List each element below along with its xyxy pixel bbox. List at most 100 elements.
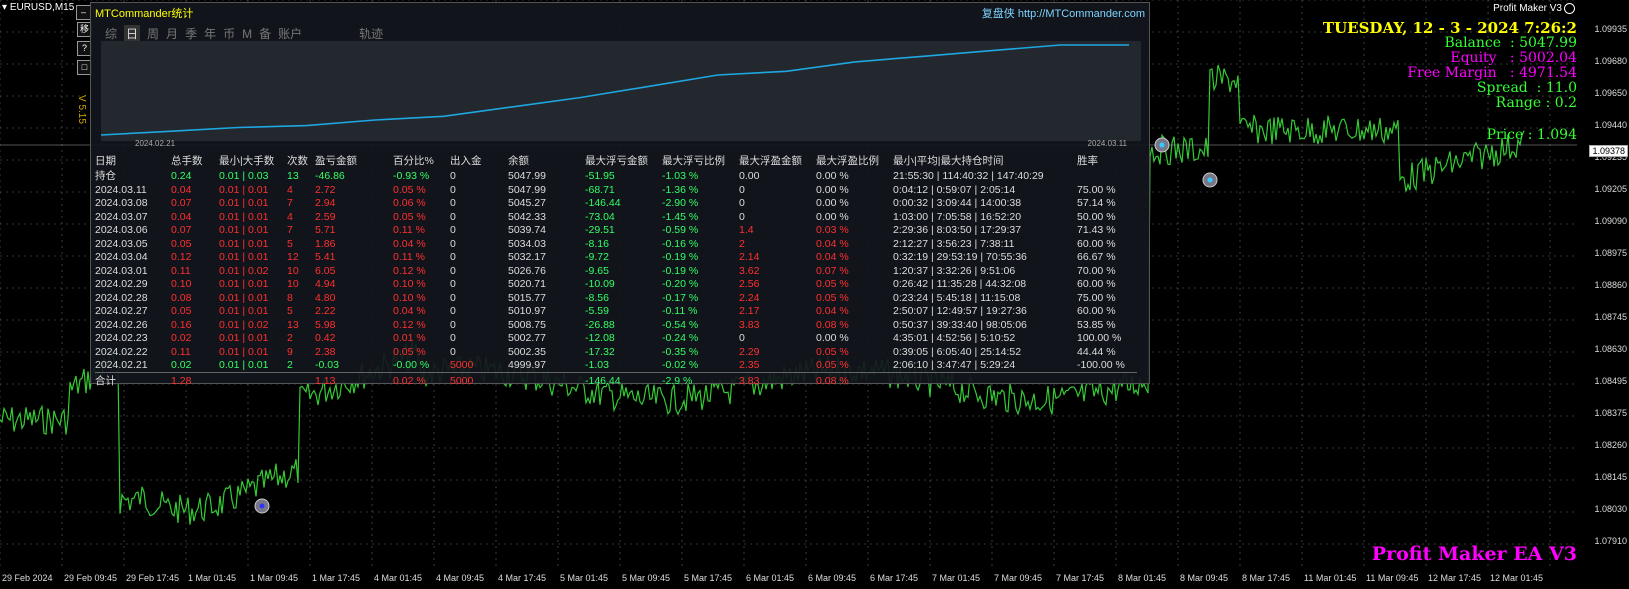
price-tick: 1.09090	[1594, 216, 1627, 226]
table-cell: -0.19 %	[662, 264, 699, 277]
price-tick: 1.08975	[1594, 248, 1627, 258]
total-row[interactable]: 合计 1.28 1.13 0.02 % 5000 -146.44 -2.9 % 3.83 0.0…	[95, 372, 1137, 388]
table-cell: 2.56	[739, 278, 760, 291]
table-row[interactable]: 2024.03.11 0.04 0.01 | 0.01 4 2.72 0.05 % 0 504…	[95, 183, 1137, 197]
table-cell: 0.01 | 0.01	[219, 197, 269, 210]
table-row[interactable]: 2024.02.22 0.11 0.01 | 0.01 9 2.38 0.05 % 0 500…	[95, 345, 1137, 359]
table-cell: 0.11	[171, 264, 191, 277]
table-cell: 2	[287, 359, 293, 372]
table-row[interactable]: 2024.02.28 0.08 0.01 | 0.01 8 4.80 0.10 % 0 501…	[95, 291, 1137, 305]
table-row[interactable]: 2024.03.07 0.04 0.01 | 0.01 4 2.59 0.05 % 0 504…	[95, 210, 1137, 224]
curve-start-date: 2024.02.21	[135, 139, 176, 148]
table-cell: -146.44	[585, 197, 621, 210]
price-axis[interactable]: 1.09935 1.09680 1.09650 1.09440 1.09235 1.092…	[1577, 0, 1629, 570]
table-cell: 0:23:24 | 5:45:18 | 11:15:08	[893, 291, 1021, 304]
table-cell: 5000	[450, 359, 474, 372]
table-cell: 2	[287, 332, 293, 345]
table-cell: 0.02	[171, 332, 192, 345]
table-row[interactable]: 2024.02.23 0.02 0.01 | 0.01 2 0.42 0.01 % 0 500…	[95, 332, 1137, 346]
table-cell: 10	[287, 264, 299, 277]
table-cell: 0.01 | 0.01	[219, 332, 269, 345]
table-cell: 2024.02.28	[95, 291, 148, 304]
col-header: 胜率	[1077, 155, 1098, 167]
table-cell: 2.35	[739, 359, 760, 372]
tab-10[interactable]: 轨迹	[359, 25, 383, 42]
col-header: 总手数	[171, 155, 203, 167]
table-cell: 0.11 %	[393, 251, 425, 264]
table-cell: -73.04	[585, 210, 615, 223]
table-cell: 0.01 | 0.01	[219, 210, 269, 223]
table-cell: 0.01 | 0.01	[219, 224, 269, 237]
table-cell: 66.67 %	[1077, 251, 1116, 264]
version-tag: V 5.15	[76, 95, 87, 124]
table-cell: 75.00 %	[1077, 183, 1116, 196]
table-row[interactable]: 2024.03.08 0.07 0.01 | 0.01 7 2.94 0.06 % 0 504…	[95, 197, 1137, 211]
table-cell: 0.16	[171, 318, 192, 331]
tab-5[interactable]: 年	[204, 25, 216, 42]
col-header: 日期	[95, 155, 116, 167]
table-cell: 0.01 | 0.02	[219, 264, 269, 277]
tab-8[interactable]: 备	[259, 25, 271, 42]
table-row[interactable]: 2024.03.06 0.07 0.01 | 0.01 7 5.71 0.11 % 0 503…	[95, 224, 1137, 238]
tab-3[interactable]: 月	[166, 25, 178, 42]
table-cell: 1:20:37 | 3:32:26 | 9:51:06	[893, 264, 1016, 277]
table-cell: -9.65	[585, 264, 609, 277]
table-cell: 5010.97	[508, 305, 546, 318]
table-cell: 5.71	[315, 224, 336, 237]
table-cell: 50.00 %	[1077, 210, 1116, 223]
tab-2[interactable]: 周	[147, 25, 159, 42]
tab-4[interactable]: 季	[185, 25, 197, 42]
table-row[interactable]: 2024.02.21 0.02 0.01 | 0.01 2 -0.03 -0.00 % 50…	[95, 359, 1137, 373]
info-line-6: Price : 1.094	[1486, 127, 1577, 143]
table-cell: 12	[287, 251, 299, 264]
table-cell: -29.51	[585, 224, 615, 237]
table-cell: 60.00 %	[1077, 237, 1116, 250]
table-cell: 0.01 | 0.01	[219, 183, 269, 196]
table-row[interactable]: 2024.02.29 0.10 0.01 | 0.01 10 4.94 0.10 % 0 50…	[95, 278, 1137, 292]
table-cell: 0	[450, 278, 456, 291]
col-header: 余额	[508, 155, 529, 167]
time-tick: 1 Mar 01:45	[188, 573, 237, 583]
tab-9[interactable]: 账户	[278, 25, 302, 42]
table-cell: 0.01 | 0.01	[219, 359, 269, 372]
table-row[interactable]: 2024.03.04 0.12 0.01 | 0.01 12 5.41 0.11 % 0 50…	[95, 251, 1137, 265]
table-cell: 0.04 %	[816, 251, 849, 264]
table-cell: 2.38	[315, 345, 336, 358]
table-row[interactable]: 2024.03.05 0.05 0.01 | 0.01 5 1.86 0.04 % 0 503…	[95, 237, 1137, 251]
col-header: 最小|平均|最大持仓时间	[893, 155, 1004, 167]
table-cell: -8.16	[585, 237, 609, 250]
trade-marker-dot	[259, 503, 265, 509]
table-cell: 0.03 %	[816, 224, 849, 237]
table-cell: -0.03	[315, 359, 339, 372]
time-axis[interactable]: 29 Feb 2024 29 Feb 09:45 29 Feb 17:45 1 Mar…	[0, 570, 1580, 589]
col-header: 出入金	[450, 155, 482, 167]
time-tick: 29 Feb 2024	[2, 573, 53, 583]
collapse-icon[interactable]: –	[76, 5, 91, 20]
table-row[interactable]: 2024.03.01 0.11 0.01 | 0.02 10 6.05 0.12 % 0 50…	[95, 264, 1137, 278]
price-tick: 1.08260	[1594, 440, 1627, 450]
tab-1[interactable]: 日	[124, 25, 141, 42]
price-tick: 1.09205	[1594, 184, 1627, 194]
table-cell: 4.80	[315, 291, 336, 304]
tab-6[interactable]: 币	[223, 25, 235, 42]
table-cell: -0.00 %	[393, 359, 430, 372]
time-tick: 12 Mar 01:45	[1490, 573, 1544, 583]
table-row[interactable]: 2024.02.26 0.16 0.01 | 0.02 13 5.98 0.12 % 0 50…	[95, 318, 1137, 332]
table-cell: 13	[287, 169, 299, 182]
price-tick: 1.08375	[1594, 408, 1627, 418]
table-cell: 10	[287, 278, 299, 291]
info-line-2: Equity : 5002.04	[1450, 50, 1577, 66]
table-cell: 0.00 %	[816, 197, 849, 210]
tab-0[interactable]: 综	[105, 25, 117, 42]
time-tick: 8 Mar 01:45	[1118, 573, 1167, 583]
table-cell: 持仓	[95, 170, 116, 182]
table-row[interactable]: 持仓 0.24 0.01 | 0.03 13 -46.86 -0.93 % 0 5047.99…	[95, 168, 1137, 183]
tab-7[interactable]: M	[242, 27, 252, 41]
table-cell: 2024.02.23	[95, 332, 148, 345]
table-cell: 2.72	[315, 183, 336, 196]
table-cell: 0.07 %	[816, 264, 849, 277]
table-row[interactable]: 2024.02.27 0.05 0.01 | 0.01 5 2.22 0.04 % 0 501…	[95, 305, 1137, 319]
table-cell: -0.02 %	[662, 359, 699, 372]
panel-link[interactable]: 复盘侠 http://MTCommander.com	[982, 5, 1145, 21]
table-cell: -0.11 %	[662, 305, 698, 318]
